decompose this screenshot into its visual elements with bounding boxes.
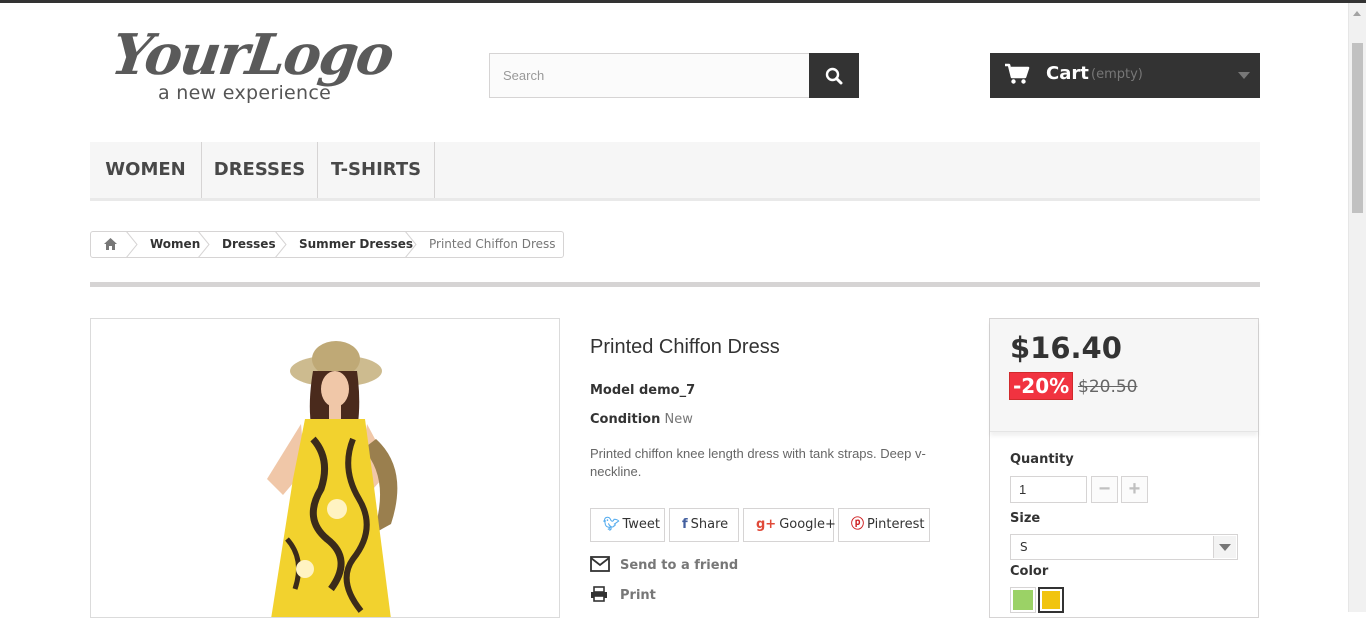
color-label: Color (1010, 564, 1049, 579)
current-price: $16.40 (1010, 331, 1122, 365)
product-condition: Condition New (590, 412, 693, 427)
quantity-increase-button[interactable]: + (1121, 476, 1148, 503)
cart-label: Cart (1046, 63, 1089, 84)
breadcrumb-dresses[interactable]: Dresses (222, 232, 276, 257)
quantity-label: Quantity (1010, 452, 1074, 467)
color-swatch-yellow[interactable] (1038, 587, 1064, 613)
breadcrumb-separator-icon (404, 231, 417, 258)
scroll-up-arrow-icon[interactable] (1353, 11, 1361, 16)
twitter-icon: 🐦︎ (603, 517, 620, 532)
share-label: Share (690, 517, 729, 532)
size-select[interactable]: S (1010, 534, 1238, 560)
send-to-friend-label: Send to a friend (620, 558, 739, 573)
quantity-decrease-button[interactable]: − (1091, 476, 1118, 503)
main-menu: Women Dresses T-shirts (90, 142, 1260, 201)
product-model: Model demo_7 (590, 383, 696, 398)
logo-text: YourLogo (107, 22, 397, 88)
cart-status: (empty) (1091, 67, 1143, 82)
condition-value: New (664, 412, 693, 427)
tweet-label: Tweet (622, 517, 661, 532)
scrollbar-thumb[interactable] (1352, 43, 1363, 213)
quantity-input[interactable]: 1 (1010, 476, 1087, 503)
menu-item-dresses[interactable]: Dresses (202, 142, 318, 198)
breadcrumb-separator-icon (197, 231, 210, 258)
chevron-down-icon (1238, 72, 1250, 79)
site-logo[interactable]: YourLogo a new experience (107, 22, 412, 112)
print-label: Print (620, 588, 656, 603)
color-swatch-green[interactable] (1010, 587, 1036, 613)
top-border (0, 0, 1366, 3)
condition-label: Condition (590, 412, 661, 427)
google-plus-icon: g+ (756, 517, 777, 532)
breadcrumb-summer-dresses[interactable]: Summer Dresses (299, 232, 413, 257)
product-image[interactable] (90, 318, 560, 618)
shopping-cart-icon (1005, 63, 1030, 84)
pinterest-label: Pinterest (867, 517, 925, 532)
product-title: Printed Chiffon Dress (590, 336, 780, 358)
facebook-share-button[interactable]: f Share (669, 508, 739, 542)
search-button[interactable] (809, 53, 859, 98)
tweet-button[interactable]: 🐦︎ Tweet (590, 508, 665, 542)
google-plus-button[interactable]: g+ Google+ (743, 508, 836, 542)
facebook-icon: f (682, 517, 688, 532)
pinterest-button[interactable]: ⓟ Pinterest (838, 508, 930, 542)
buy-box: $16.40 -20% $20.50 Quantity 1 − + Size S… (989, 318, 1259, 618)
print-link[interactable]: Print (590, 586, 656, 606)
cart-button[interactable]: Cart (empty) (990, 53, 1260, 98)
price-panel: $16.40 -20% $20.50 (990, 319, 1258, 432)
chevron-down-icon (1219, 544, 1231, 551)
search-input[interactable] (489, 53, 810, 98)
pinterest-icon: ⓟ (851, 517, 865, 532)
search-bar (489, 53, 859, 98)
breadcrumb-separator-icon (125, 231, 138, 258)
logo-tagline: a new experience (158, 82, 332, 104)
send-to-friend-link[interactable]: Send to a friend (590, 556, 738, 576)
select-arrow[interactable] (1213, 536, 1236, 558)
breadcrumb-current: Printed Chiffon Dress (429, 237, 556, 251)
section-divider (90, 282, 1260, 287)
discount-badge: -20% (1009, 372, 1074, 400)
menu-item-tshirts[interactable]: T-shirts (318, 142, 435, 198)
size-selected-value: S (1020, 540, 1028, 554)
home-icon[interactable] (103, 237, 118, 251)
google-label: Google+ (779, 517, 836, 532)
breadcrumb-women[interactable]: Women (150, 232, 200, 257)
menu-item-women[interactable]: Women (90, 142, 202, 198)
size-label: Size (1010, 511, 1041, 526)
breadcrumb-separator-icon (274, 231, 287, 258)
product-photo (267, 341, 398, 617)
printer-icon (591, 586, 607, 602)
page-scrollbar[interactable] (1348, 3, 1366, 612)
envelope-icon (590, 556, 610, 572)
product-description: Printed chiffon knee length dress with t… (590, 446, 926, 479)
old-price: $20.50 (1078, 377, 1138, 397)
breadcrumb: Women Dresses Summer Dresses Printed Chi… (90, 231, 564, 258)
search-icon (825, 67, 843, 85)
